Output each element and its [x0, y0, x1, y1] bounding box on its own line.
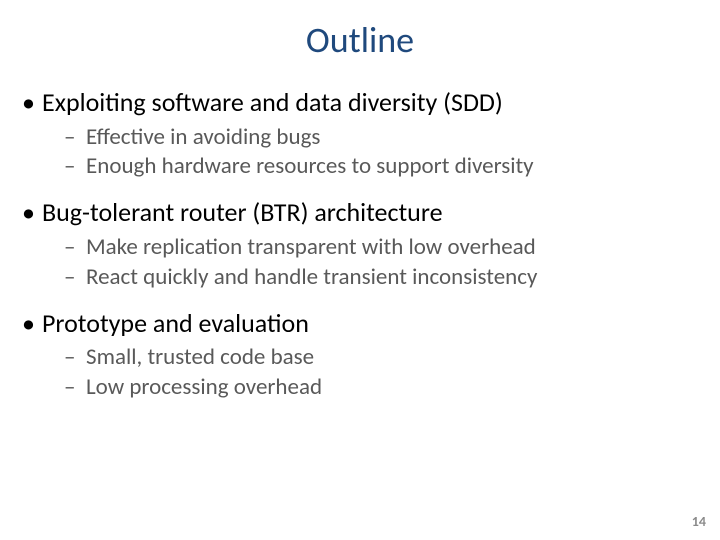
sub-bullet-item: Make replication transparent with low ov…: [42, 233, 702, 263]
sub-bullet-text: Effective in avoiding bugs: [86, 123, 320, 151]
sub-bullet-text: Small, trusted code base: [86, 343, 314, 371]
sub-bullet-list: Effective in avoiding bugs Enough hardwa…: [42, 123, 702, 183]
bullet-text: Bug-tolerant router (BTR) architecture: [42, 196, 443, 228]
sub-bullet-item: Enough hardware resources to support div…: [42, 152, 702, 182]
slide: Outline Exploiting software and data div…: [0, 0, 720, 540]
sub-bullet-list: Make replication transparent with low ov…: [42, 233, 702, 293]
sub-bullet-list: Small, trusted code base Low processing …: [42, 343, 702, 403]
bullet-list: Exploiting software and data diversity (…: [18, 86, 702, 403]
bullet-item: Exploiting software and data diversity (…: [18, 86, 702, 182]
sub-bullet-item: React quickly and handle transient incon…: [42, 263, 702, 293]
sub-bullet-text: React quickly and handle transient incon…: [86, 263, 537, 291]
page-number: 14: [692, 513, 706, 530]
sub-bullet-item: Small, trusted code base: [42, 343, 702, 373]
bullet-item: Prototype and evaluation Small, trusted …: [18, 307, 702, 403]
slide-body: Exploiting software and data diversity (…: [0, 62, 720, 403]
sub-bullet-text: Enough hardware resources to support div…: [86, 152, 534, 180]
sub-bullet-item: Effective in avoiding bugs: [42, 123, 702, 153]
sub-bullet-text: Low processing overhead: [86, 373, 322, 401]
sub-bullet-item: Low processing overhead: [42, 373, 702, 403]
slide-title: Outline: [0, 0, 720, 62]
bullet-text: Prototype and evaluation: [42, 307, 309, 339]
bullet-item: Bug-tolerant router (BTR) architecture M…: [18, 196, 702, 292]
sub-bullet-text: Make replication transparent with low ov…: [86, 233, 536, 261]
bullet-text: Exploiting software and data diversity (…: [42, 86, 503, 118]
